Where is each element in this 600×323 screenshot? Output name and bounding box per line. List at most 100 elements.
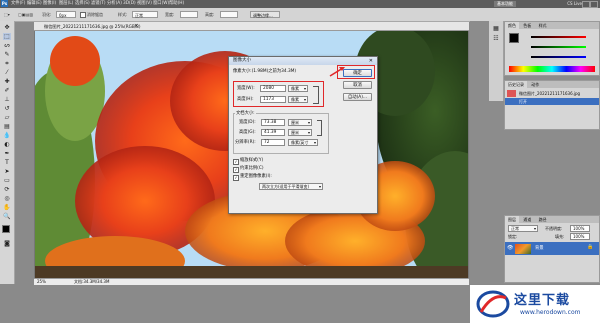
tab-swatches[interactable]: 色板 — [520, 22, 535, 29]
width-input[interactable]: 2080 — [260, 85, 286, 92]
color-panel: 颜色 色板 样式 — [504, 21, 600, 76]
refine-edge-button[interactable]: 调整边缘... — [250, 11, 280, 18]
visibility-eye-icon[interactable]: 👁 — [507, 245, 513, 251]
foreground-color-swatch[interactable] — [2, 225, 10, 233]
minimize-icon[interactable] — [582, 1, 590, 8]
type-tool-icon[interactable]: T — [3, 159, 11, 166]
red-slider[interactable] — [531, 36, 586, 38]
tab-styles[interactable]: 样式 — [535, 22, 550, 29]
feather-label: 羽化: — [42, 12, 52, 17]
marquee-tool-icon[interactable]: ⬚▾ — [4, 11, 10, 18]
opacity-input[interactable]: 100% — [570, 225, 590, 232]
crop-tool-icon[interactable]: ⌗ — [3, 60, 11, 67]
quick-select-icon[interactable]: ✎ — [3, 51, 11, 58]
healing-brush-icon[interactable]: ✚ — [3, 78, 11, 85]
resample-checkbox[interactable]: ✓ — [233, 175, 239, 181]
3d-camera-icon[interactable]: ◎ — [3, 195, 11, 202]
cancel-button[interactable]: 取消 — [343, 81, 372, 89]
arrow-annotation-icon — [329, 67, 345, 77]
move-tool-icon[interactable]: ✥ — [3, 24, 11, 31]
eraser-icon[interactable]: ▱ — [3, 114, 11, 121]
height-input[interactable]: 1173 — [260, 96, 286, 103]
height-label: 高度(H): — [237, 97, 254, 102]
doc-height-unit-select[interactable]: 厘米 — [288, 129, 312, 136]
clone-stamp-icon[interactable]: ⊥ — [3, 96, 11, 103]
constrain-checkbox[interactable]: ✓ — [233, 167, 239, 173]
shape-tool-icon[interactable]: ▭ — [3, 177, 11, 184]
history-brush-icon[interactable]: ↺ — [3, 105, 11, 112]
cs-live-button[interactable]: CS Live — [567, 0, 582, 8]
scale-styles-checkbox[interactable]: ✓ — [233, 159, 239, 165]
path-select-icon[interactable]: ➤ — [3, 168, 11, 175]
doc-link-bracket-icon — [317, 120, 322, 136]
gradient-tool-icon[interactable]: ▤ — [3, 123, 11, 130]
close-tab-icon[interactable]: × — [134, 22, 138, 31]
blur-tool-icon[interactable]: 💧 — [3, 132, 11, 139]
layers-panel: 图层 通道 路径 正常 不透明度: 100% 锁定: 填充: 100% 👁 背景… — [504, 215, 600, 283]
resolution-unit-select[interactable]: 像素/英寸 — [288, 139, 318, 146]
doc-width-input[interactable]: 73.38 — [261, 119, 285, 126]
tab-channels[interactable]: 通道 — [520, 216, 535, 223]
menu-filter[interactable]: 滤镜(T) — [91, 0, 106, 8]
height-label: 高度: — [205, 12, 215, 17]
foreground-swatch[interactable] — [509, 33, 519, 43]
brush-tool-icon[interactable]: ✐ — [3, 87, 11, 94]
quick-mask-icon[interactable]: ◙ — [3, 240, 11, 247]
menu-window[interactable]: 窗口(W) — [153, 0, 169, 8]
color-ramp[interactable] — [509, 66, 595, 72]
doc-width-unit-select[interactable]: 厘米 — [288, 119, 312, 126]
width-input[interactable] — [180, 11, 198, 18]
menu-file[interactable]: 文件(F) — [11, 0, 25, 8]
menu-select[interactable]: 选择(S) — [75, 0, 90, 8]
blue-slider[interactable] — [531, 56, 586, 58]
height-input[interactable] — [220, 11, 238, 18]
dodge-tool-icon[interactable]: ◐ — [3, 141, 11, 148]
pen-tool-icon[interactable]: ✒ — [3, 150, 11, 157]
menu-view[interactable]: 视图(V) — [137, 0, 152, 8]
eyedropper-icon[interactable]: ⁄ — [3, 69, 11, 76]
document-tab[interactable]: 微信图片_20221211171636.jpg @ 25%(RGB/8) × — [34, 22, 469, 31]
zoom-tool-icon[interactable]: 🔍 — [3, 213, 11, 220]
green-slider[interactable] — [531, 46, 586, 48]
menu-layer[interactable]: 图层(L) — [59, 0, 73, 8]
resample-method-select[interactable]: 两次立方(适用于平滑渐变) — [259, 183, 323, 190]
watermark-brand: 这里下载 — [514, 293, 571, 308]
lasso-tool-icon[interactable]: ᔕ — [3, 42, 11, 49]
history-snapshot[interactable]: 微信图片_20221211171636.jpg — [519, 90, 580, 97]
menu-analysis[interactable]: 分析(A) — [107, 0, 122, 8]
fill-input[interactable]: 100% — [570, 233, 590, 240]
auto-button[interactable]: 自动(A)... — [343, 93, 372, 101]
dialog-close-icon[interactable]: ✕ — [369, 57, 373, 65]
marquee-tool-icon[interactable]: ⬚ — [3, 33, 11, 40]
zoom-level[interactable]: 25% — [37, 279, 46, 285]
hand-tool-icon[interactable]: ✋ — [3, 204, 11, 211]
close-icon[interactable] — [590, 1, 598, 8]
menu-image[interactable]: 图像(I) — [43, 0, 56, 8]
selection-mode-icons[interactable]: ▢▣▤▥ — [18, 11, 33, 18]
doc-height-label: 高度(G): — [239, 130, 256, 135]
feather-input[interactable]: 0px — [56, 11, 76, 18]
width-unit-select[interactable]: 像素 — [288, 85, 308, 92]
panel-icon-strip: ▦ ☷ — [489, 21, 504, 101]
tab-actions[interactable]: 动作 — [528, 81, 543, 88]
tab-color[interactable]: 颜色 — [505, 22, 519, 29]
workspace-switcher[interactable]: 基本功能 — [494, 1, 516, 7]
tab-paths[interactable]: 路径 — [535, 216, 550, 223]
tab-layers[interactable]: 图层 — [505, 216, 519, 223]
resample-label: 重定图像像素(I): — [240, 174, 272, 179]
mini-bridge-icon[interactable]: ▦ — [492, 25, 500, 32]
menu-help[interactable]: 帮助(H) — [169, 0, 184, 8]
doc-height-input[interactable]: 41.39 — [261, 129, 285, 136]
height-unit-select[interactable]: 像素 — [288, 96, 308, 103]
watermark-url: www.herodown.com — [520, 309, 581, 316]
antialias-checkbox[interactable] — [80, 12, 86, 18]
blend-mode-select[interactable]: 正常 — [508, 225, 538, 232]
style-select[interactable]: 正常 — [132, 11, 158, 18]
resolution-input[interactable]: 72 — [261, 139, 285, 146]
menu-3d[interactable]: 3D(D) — [123, 0, 136, 8]
history-item-open: 打开 — [519, 99, 527, 104]
3d-rotate-icon[interactable]: ⟳ — [3, 186, 11, 193]
menu-edit[interactable]: 编辑(E) — [27, 0, 42, 8]
history-icon[interactable]: ☷ — [492, 35, 500, 42]
tab-history[interactable]: 历史记录 — [505, 81, 527, 88]
